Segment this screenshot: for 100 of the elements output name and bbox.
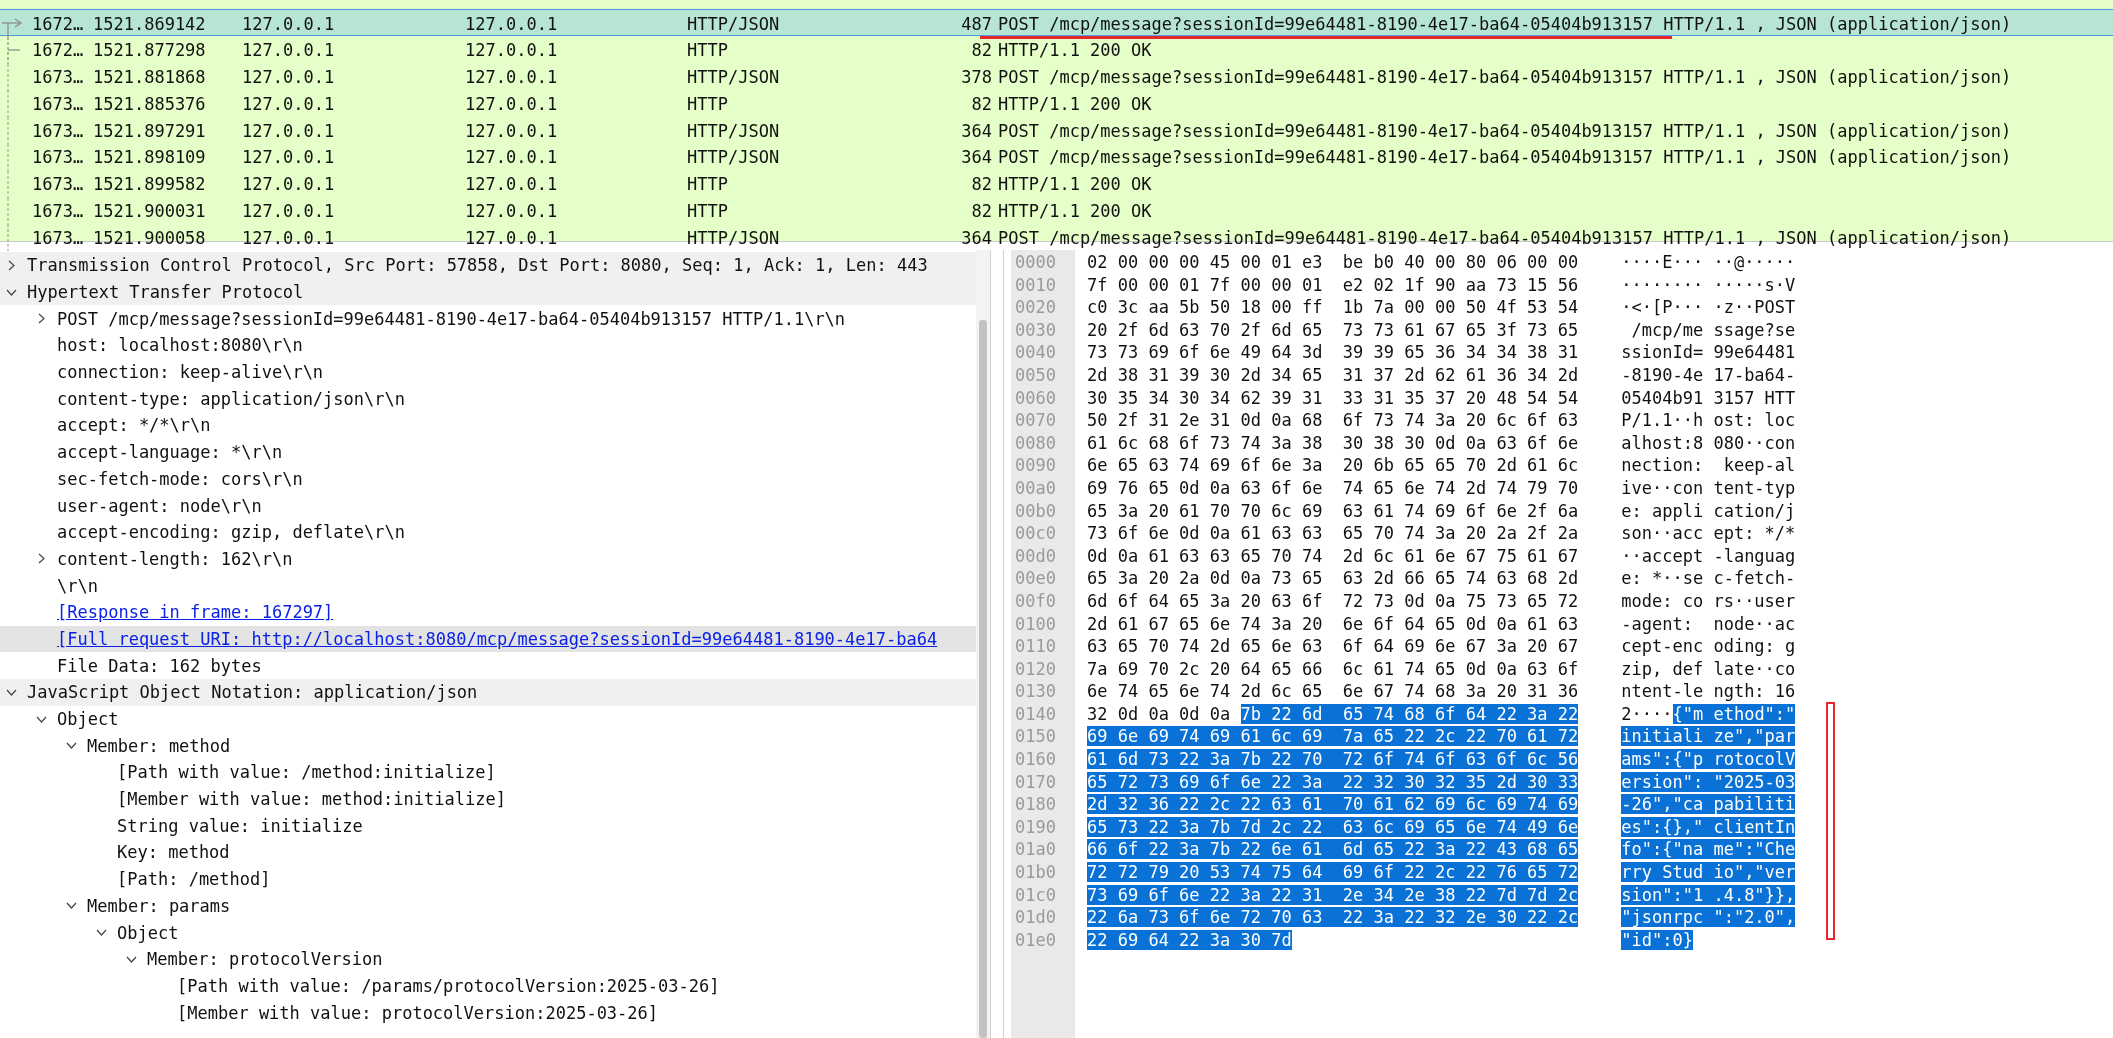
hex-bytes: 6d 6f 64 65 3a 20 63 6f 72 73 0d 0a 75 73 65 72 [1087, 590, 1579, 611]
selected-ascii-bytes: rry Stud io","ver [1621, 862, 1796, 883]
tree-row[interactable]: POST /mcp/message?sessionId=99e64481-8190-4e17-ba64-05404b913157 HTTP/1.1\r\n [0, 305, 976, 333]
hex-bytes: 69 76 65 0d 0a 63 6f 6e 74 65 6e 74 2d 74 79 70 [1087, 477, 1579, 498]
tree-row[interactable]: [Response in frame: 167297] [0, 598, 976, 626]
expand-chevron-icon[interactable] [6, 259, 17, 271]
packet-number: 1673… [32, 93, 85, 114]
packet-protocol: HTTP [687, 40, 729, 61]
packet-row[interactable]: 1673… 1521.900031 127.0.0.1 127.0.0.1 HTTP 82 HTTP/1.1 200 OK [0, 196, 2113, 224]
tree-row[interactable]: JavaScript Object Notation: application/json [0, 679, 976, 706]
byte-offset: 01a0 [1015, 839, 1056, 860]
tree-row[interactable]: Object [0, 705, 976, 733]
selected-hex-bytes: 65 73 22 3a 7b 7d 2c 22 63 6c 69 65 6e 74 49 6e [1087, 816, 1579, 837]
ascii-bytes: son··acc ept: */* [1621, 523, 1796, 544]
tree-row[interactable]: Member: method [0, 732, 976, 760]
ascii-bytes: ····E··· ··@····· [1621, 252, 1796, 272]
tree-row[interactable]: sec-fetch-mode: cors\r\n [0, 465, 976, 493]
ascii-bytes: e: appli cation/j [1621, 500, 1796, 521]
tree-row[interactable]: [Member with value: protocolVersion:2025-03-26] [0, 999, 976, 1026]
collapse-chevron-icon[interactable] [66, 900, 77, 912]
tree-row[interactable]: accept: */*\r\n [0, 412, 976, 439]
tree-item-text: accept-encoding: gzip, deflate\r\n [57, 522, 405, 543]
byte-offset: 01e0 [1015, 929, 1056, 950]
hex-bytes: 2d 38 31 39 30 2d 34 65 31 37 2d 62 61 36 34 2d [1087, 364, 1579, 385]
tree-row[interactable]: content-type: application/json\r\n [0, 385, 976, 413]
tree-item-text: POST /mcp/message?sessionId=99e64481-8190-4e17-ba64-05404b913157 HTTP/1.1\r\n [57, 308, 846, 329]
byte-offset: 0150 [1015, 726, 1056, 747]
packet-row[interactable]: 1672… 1521.869142 127.0.0.1 127.0.0.1 HTTP/JSON 487 POST /mcp/message?sessionId=99e64481-8190-4e17-ba64-05404b913157 HTTP/1.1 , JSON (application/json) [0, 9, 2113, 36]
expand-chevron-icon[interactable] [36, 553, 47, 565]
tree-row[interactable]: [Path: /method] [0, 865, 976, 893]
tree-row[interactable]: connection: keep-alive\r\n [0, 358, 976, 386]
ascii-bytes: P/1.1··h ost: loc [1621, 410, 1796, 431]
tree-item-text: [Member with value: method:initialize] [117, 789, 506, 810]
byte-offset: 0140 [1015, 703, 1056, 724]
byte-offset: 0020 [1015, 297, 1056, 318]
packet-row[interactable]: 1673… 1521.898109 127.0.0.1 127.0.0.1 HTTP/JSON 364 POST /mcp/message?sessionId=99e64481-8190-4e17-ba64-05404b913157 HTTP/1.1 , JSON (application/json) [0, 143, 2113, 170]
packet-info: HTTP/1.1 200 OK [998, 93, 1153, 114]
hex-bytes: 65 3a 20 61 70 70 6c 69 63 61 74 69 6f 6e 2f 6a [1087, 500, 1579, 521]
packet-row[interactable]: 1673… 1521.881868 127.0.0.1 127.0.0.1 HTTP/JSON 378 POST /mcp/message?sessionId=99e64481-8190-4e17-ba64-05404b913157 HTTP/1.1 , JSON (application/json) [0, 62, 2113, 90]
scrollbar[interactable] [976, 250, 990, 1038]
ascii-bytes: ntent-le ngth: 16 [1621, 681, 1796, 702]
hex-bytes: 7a 69 70 2c 20 64 65 66 6c 61 74 65 0d 0a 63 6f [1087, 658, 1579, 679]
tree-row[interactable]: Member: params [0, 892, 976, 920]
collapse-chevron-icon[interactable] [66, 740, 77, 752]
tree-row[interactable]: accept-encoding: gzip, deflate\r\n [0, 518, 976, 546]
ascii-bytes: ········ ·····s·V [1621, 274, 1796, 295]
frame-link[interactable]: [Full request URI: http://localhost:8080/mcp/message?sessionId=99e64481-8190-4e17-ba64 [57, 628, 938, 649]
tree-row[interactable]: Member: protocolVersion [0, 945, 976, 973]
packet-row[interactable]: 1673… 1521.885376 127.0.0.1 127.0.0.1 HTTP 82 HTTP/1.1 200 OK [0, 89, 2113, 117]
packet-time: 1521.877298 [93, 40, 207, 61]
packet-source: 127.0.0.1 [242, 40, 336, 61]
tree-row[interactable]: host: localhost:8080\r\n [0, 332, 976, 359]
collapse-chevron-icon[interactable] [96, 927, 107, 939]
tree-item-text: content-length: 162\r\n [57, 548, 293, 569]
tree-row[interactable]: Key: method [0, 839, 976, 866]
hex-bytes: 65 3a 20 2a 0d 0a 73 65 63 2d 66 65 74 63 68 2d [1087, 568, 1579, 589]
tree-row[interactable]: [Path with value: /params/protocolVersion:2025-03-26] [0, 972, 976, 1000]
selected-hex-bytes: 69 6e 69 74 69 61 6c 69 7a 65 22 2c 22 70 61 72 [1087, 726, 1579, 747]
packet-source: 127.0.0.1 [242, 67, 336, 88]
tree-row[interactable]: \r\n [0, 572, 976, 599]
expand-chevron-icon[interactable] [36, 313, 47, 325]
packet-row[interactable]: 1673… 1521.899582 127.0.0.1 127.0.0.1 HTTP 82 HTTP/1.1 200 OK [0, 169, 2113, 197]
tree-row[interactable]: accept-language: *\r\n [0, 438, 976, 466]
tree-row[interactable]: Transmission Control Protocol, Src Port: 57858, Dst Port: 8080, Seq: 1, Ack: 1, Len: 443 [0, 252, 976, 279]
tree-row[interactable]: user-agent: node\r\n [0, 492, 976, 519]
byte-offset: 0050 [1015, 364, 1056, 385]
tree-item-text: String value: initialize [117, 815, 363, 836]
tree-row[interactable]: [Path with value: /method:initialize] [0, 759, 976, 786]
packet-number: 1673… [32, 201, 85, 222]
tree-item-text: [Path with value: /params/protocolVersion:2025-03-26] [177, 975, 720, 996]
packet-info: POST /mcp/message?sessionId=99e64481-8190-4e17-ba64-05404b913157 HTTP/1.1 , JSON (application/json) [998, 147, 2013, 168]
packet-destination: 127.0.0.1 [465, 147, 559, 168]
tree-row[interactable]: [Member with value: method:initialize] [0, 785, 976, 813]
ascii-bytes: /mcp/me ssage?se [1630, 319, 1796, 340]
ascii-bytes: ·<·[P··· ·z··POST [1621, 297, 1796, 318]
ascii-bytes: cept-enc oding: g [1621, 636, 1796, 657]
tree-item-text: Transmission Control Protocol, Src Port: 57858, Dst Port: 8080, Seq: 1, Ack: 1, Len: 443 [27, 255, 928, 276]
byte-offset: 0190 [1015, 816, 1056, 837]
tree-row[interactable]: content-length: 162\r\n [0, 545, 976, 573]
hex-bytes: 32 0d 0a 0d 0a [1087, 703, 1231, 724]
tree-row[interactable]: File Data: 162 bytes [0, 652, 976, 679]
packet-row[interactable]: 1672… 1521.877298 127.0.0.1 127.0.0.1 HTTP 82 HTTP/1.1 200 OK [0, 35, 2113, 63]
tree-row[interactable]: Object [0, 919, 976, 946]
packet-source: 127.0.0.1 [242, 120, 336, 141]
tree-row[interactable]: [Full request URI: http://localhost:8080/mcp/message?sessionId=99e64481-8190-4e17-ba64 [0, 625, 976, 653]
ascii-bytes: -agent: node··ac [1621, 613, 1796, 634]
tree-row[interactable]: String value: initialize [0, 812, 976, 840]
packet-info: POST /mcp/message?sessionId=99e64481-8190-4e17-ba64-05404b913157 HTTP/1.1 , JSON (application/json) [998, 120, 2013, 141]
hex-bytes: c0 3c aa 5b 50 18 00 ff 1b 7a 00 00 50 4f 53 54 [1087, 297, 1579, 318]
byte-offset: 0130 [1015, 681, 1056, 702]
packet-row[interactable]: 1673… 1521.900058 127.0.0.1 127.0.0.1 HTTP/JSON 364 POST /mcp/message?sessionId=99e64481-8190-4e17-ba64-05404b913157 HTTP/1.1 , JSON (application/json) [0, 223, 2113, 251]
selected-hex-bytes: 73 69 6f 6e 22 3a 22 31 2e 34 2e 38 22 7d 7d 2c [1087, 884, 1579, 905]
tree-row[interactable]: Hypertext Transfer Protocol [0, 278, 976, 306]
tree-item-text: [Member with value: protocolVersion:2025-03-26] [177, 1002, 659, 1023]
packet-row[interactable]: 1673… 1521.897291 127.0.0.1 127.0.0.1 HTTP/JSON 364 POST /mcp/message?sessionId=99e64481-8190-4e17-ba64-05404b913157 HTTP/1.1 , JSON (application/json) [0, 116, 2113, 143]
packet-number: 1673… [32, 174, 85, 195]
byte-offset: 00e0 [1015, 568, 1056, 589]
frame-link[interactable]: [Response in frame: 167297] [57, 602, 334, 623]
hex-bytes: 2d 61 67 65 6e 74 3a 20 6e 6f 64 65 0d 0a 61 63 [1087, 613, 1579, 634]
selected-ascii-bytes: ersion": "2025-03 [1621, 771, 1796, 792]
